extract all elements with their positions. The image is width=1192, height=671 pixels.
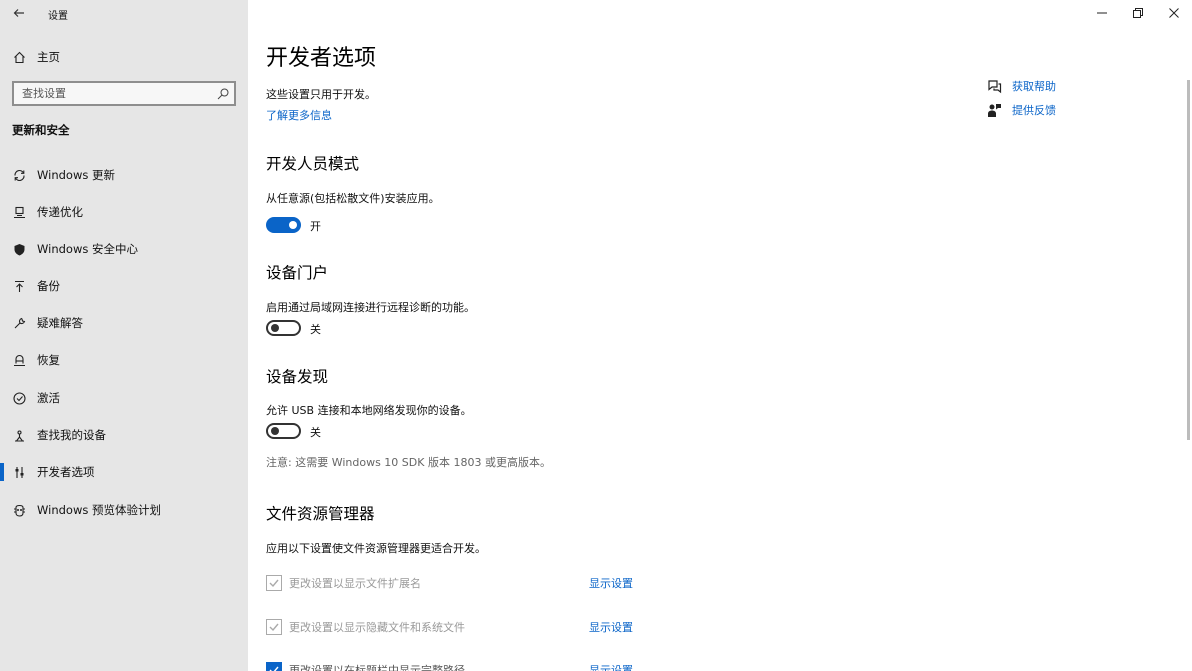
dev-mode-toggle[interactable]: [266, 217, 301, 233]
sidebar-item-label: Windows 预览体验计划: [37, 503, 161, 517]
device-portal-toggle[interactable]: [266, 320, 301, 336]
sidebar-item-label: Windows 安全中心: [37, 242, 138, 256]
sidebar-item-label: 查找我的设备: [37, 428, 106, 442]
checkmark-icon: [269, 666, 279, 671]
device-discovery-toggle[interactable]: [266, 423, 301, 439]
file-ext-label: 更改设置以显示文件扩展名: [289, 577, 421, 590]
device-discovery-desc: 允许 USB 连接和本地网络发现你的设备。: [266, 404, 472, 417]
hidden-files-label: 更改设置以显示隐藏文件和系统文件: [289, 621, 465, 634]
device-discovery-heading: 设备发现: [266, 368, 329, 386]
search-input[interactable]: [22, 85, 212, 102]
insider-icon: [12, 503, 26, 517]
sidebar-item-recovery[interactable]: 恢复: [0, 345, 248, 375]
hidden-files-show-link[interactable]: 显示设置: [589, 619, 633, 635]
full-path-checkbox[interactable]: [266, 662, 282, 671]
sidebar-item-activation[interactable]: 激活: [0, 383, 248, 413]
feedback-item[interactable]: 提供反馈: [986, 102, 1056, 118]
feedback-person-icon: [986, 102, 1002, 118]
device-portal-heading: 设备门户: [266, 264, 329, 282]
sidebar-item-label: 传递优化: [37, 205, 83, 219]
back-button[interactable]: [9, 3, 29, 23]
back-arrow-icon: [13, 9, 24, 17]
checkmark-icon: [269, 623, 279, 632]
minimize-button[interactable]: [1084, 0, 1120, 26]
shield-icon: [12, 242, 26, 256]
section-title: 更新和安全: [12, 123, 70, 137]
learn-more-link[interactable]: 了解更多信息: [266, 107, 332, 123]
sidebar-item-windows-security[interactable]: Windows 安全中心: [0, 234, 248, 264]
sidebar-item-find-my-device[interactable]: 查找我的设备: [0, 420, 248, 450]
full-path-label: 更改设置以在标题栏中显示完整路径: [289, 664, 465, 671]
dev-mode-heading: 开发人员模式: [266, 155, 360, 173]
title-bar: 设置: [0, 0, 248, 26]
check-circle-icon: [12, 391, 26, 405]
restore-button[interactable]: [1120, 0, 1156, 26]
dev-mode-desc: 从任意源(包括松散文件)安装应用。: [266, 192, 440, 205]
sidebar-item-label: 恢复: [37, 353, 60, 367]
sync-icon: [12, 168, 26, 182]
feedback-link[interactable]: 提供反馈: [1012, 102, 1056, 118]
sidebar-item-label: 疑难解答: [37, 316, 83, 330]
find-device-icon: [12, 428, 26, 442]
checkmark-icon: [269, 579, 279, 588]
developer-sliders-icon: [12, 465, 26, 479]
full-path-show-link[interactable]: 显示设置: [589, 662, 633, 671]
file-ext-show-link[interactable]: 显示设置: [589, 575, 633, 591]
file-ext-option: 更改设置以显示文件扩展名 显示设置: [266, 573, 666, 593]
file-ext-checkbox[interactable]: [266, 575, 282, 591]
home-icon: [12, 50, 26, 64]
nav-home[interactable]: 主页: [0, 44, 248, 70]
intro-text: 这些设置只用于开发。: [266, 88, 376, 101]
device-discovery-note: 注意: 这需要 Windows 10 SDK 版本 1803 或更高版本。: [266, 456, 551, 469]
main-content: 开发者选项 这些设置只用于开发。 了解更多信息 获取帮助 提供反馈 开发人员模式…: [248, 0, 1192, 671]
get-help-link[interactable]: 获取帮助: [1012, 78, 1056, 94]
dev-mode-state: 开: [310, 220, 321, 233]
window-controls: [1084, 0, 1192, 26]
device-portal-state: 关: [310, 323, 321, 336]
sidebar-item-label: 备份: [37, 279, 60, 293]
recovery-icon: [12, 353, 26, 367]
restore-icon: [1133, 8, 1143, 18]
search-icon[interactable]: [216, 86, 230, 100]
file-explorer-desc: 应用以下设置使文件资源管理器更适合开发。: [266, 542, 486, 555]
sidebar-item-developer-options[interactable]: 开发者选项: [0, 457, 248, 487]
minimize-icon: [1097, 12, 1107, 14]
search-box: [12, 81, 236, 106]
sidebar-item-backup[interactable]: 备份: [0, 271, 248, 301]
get-help-item[interactable]: 获取帮助: [986, 78, 1056, 94]
sidebar-item-troubleshoot[interactable]: 疑难解答: [0, 308, 248, 338]
hidden-files-option: 更改设置以显示隐藏文件和系统文件 显示设置: [266, 617, 666, 637]
device-portal-desc: 启用通过局域网连接进行远程诊断的功能。: [266, 301, 475, 314]
sidebar-item-label: 开发者选项: [37, 465, 95, 479]
backup-arrow-icon: [12, 279, 26, 293]
page-title: 开发者选项: [266, 46, 377, 71]
nav-home-label: 主页: [37, 50, 60, 64]
device-discovery-state: 关: [310, 426, 321, 439]
sidebar-item-label: 激活: [37, 391, 60, 405]
close-icon: [1169, 8, 1179, 18]
sidebar-item-delivery-optimization[interactable]: 传递优化: [0, 197, 248, 227]
app-title: 设置: [48, 11, 68, 22]
delivery-optimization-icon: [12, 205, 26, 219]
sidebar-item-label: Windows 更新: [37, 168, 115, 182]
help-chat-icon: [986, 78, 1002, 94]
scrollbar[interactable]: [1187, 80, 1190, 440]
wrench-icon: [12, 316, 26, 330]
sidebar-item-windows-update[interactable]: Windows 更新: [0, 160, 248, 190]
file-explorer-heading: 文件资源管理器: [266, 505, 375, 523]
hidden-files-checkbox[interactable]: [266, 619, 282, 635]
sidebar: 设置 主页 更新和安全 Windows 更新 传递优化 Windows 安全中心: [0, 0, 248, 671]
sidebar-item-windows-insider[interactable]: Windows 预览体验计划: [0, 495, 248, 525]
full-path-option: 更改设置以在标题栏中显示完整路径 显示设置: [266, 660, 666, 671]
close-button[interactable]: [1156, 0, 1192, 26]
